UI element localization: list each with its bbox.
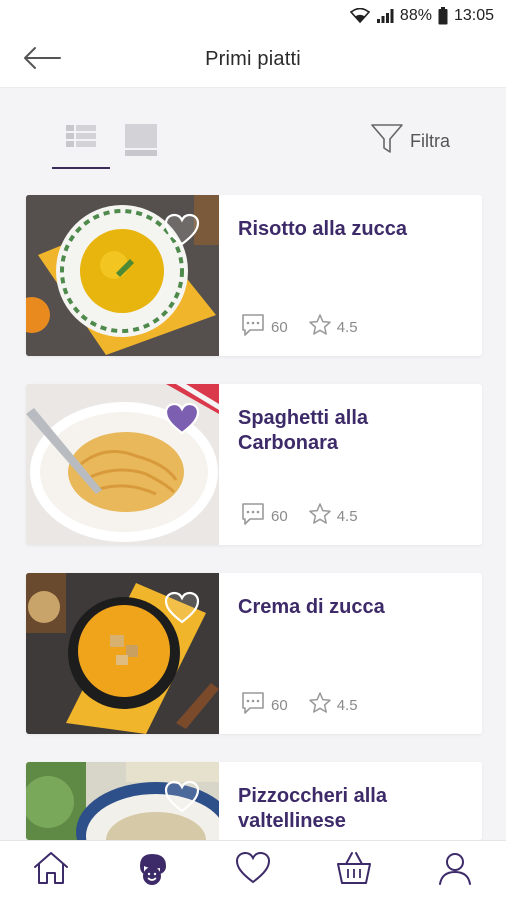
nav-recipes[interactable] [124,847,180,895]
basket-icon [334,850,374,891]
heart-icon [234,851,272,890]
recipe-card[interactable]: Spaghetti alla Carbonara 60 4.5 [26,384,482,545]
recipe-card[interactable]: Pizzoccheri alla valtellinese [26,762,482,840]
user-icon [437,850,473,891]
view-toolbar: Filtra [0,88,506,188]
grid-view-icon [124,124,158,161]
recipe-card[interactable]: Risotto alla zucca 60 4.5 [26,195,482,356]
list-view-button[interactable] [52,112,110,160]
recipe-title: Spaghetti alla Carbonara [238,407,369,454]
comments-value: 60 [271,696,288,714]
app-header: Primi piatti [0,32,506,88]
active-view-indicator [52,167,110,169]
recipe-title: Crema di zucca [238,596,385,618]
back-button[interactable] [22,42,66,78]
filter-label: Filtra [410,131,450,151]
comments-count: 60 [240,690,288,720]
status-bar: 88% 13:05 [0,0,506,32]
home-icon [32,850,70,891]
star-icon [308,502,332,530]
comment-icon [240,690,266,720]
comment-icon [240,501,266,531]
funnel-icon [370,122,404,161]
comments-value: 60 [271,507,288,525]
nav-home[interactable] [23,847,79,895]
clock: 13:05 [453,7,494,24]
favorite-button[interactable] [164,213,200,247]
comments-value: 60 [271,318,288,336]
rating: 4.5 [308,502,358,530]
page-title: Primi piatti [205,48,301,70]
signal-icon [376,8,394,24]
favorite-button[interactable] [164,780,200,814]
rating: 4.5 [308,313,358,341]
battery-icon [438,7,448,25]
favorite-button[interactable] [164,591,200,625]
heart-outline-icon [164,591,200,629]
heart-filled-icon [164,402,200,440]
rating-value: 4.5 [336,318,358,336]
arrow-left-icon [22,46,62,75]
heart-outline-icon [164,780,200,818]
favorite-button[interactable] [164,402,200,436]
heart-outline-icon [164,213,200,251]
list-view-icon [52,125,110,164]
comments-count: 60 [240,312,288,342]
recipe-meta: 60 4.5 [240,312,358,342]
nav-favorites[interactable] [225,847,281,895]
star-icon [308,691,332,719]
recipe-title: Risotto alla zucca [238,218,407,240]
bottom-navigation [0,840,506,900]
comments-count: 60 [240,501,288,531]
nav-basket[interactable] [326,847,382,895]
grid-view-button[interactable] [124,123,158,157]
wifi-icon [349,8,370,24]
recipe-title: Pizzoccheri alla valtellinese [238,785,387,832]
star-icon [308,313,332,341]
chef-icon [132,848,172,893]
rating-value: 4.5 [336,696,358,714]
battery-level: 88% [399,7,432,24]
filter-button[interactable]: Filtra [370,122,450,161]
recipe-meta: 60 4.5 [240,501,358,531]
rating: 4.5 [308,691,358,719]
rating-value: 4.5 [336,507,358,525]
nav-profile[interactable] [427,847,483,895]
comment-icon [240,312,266,342]
recipe-meta: 60 4.5 [240,690,358,720]
recipe-card[interactable]: Crema di zucca 60 4.5 [26,573,482,734]
